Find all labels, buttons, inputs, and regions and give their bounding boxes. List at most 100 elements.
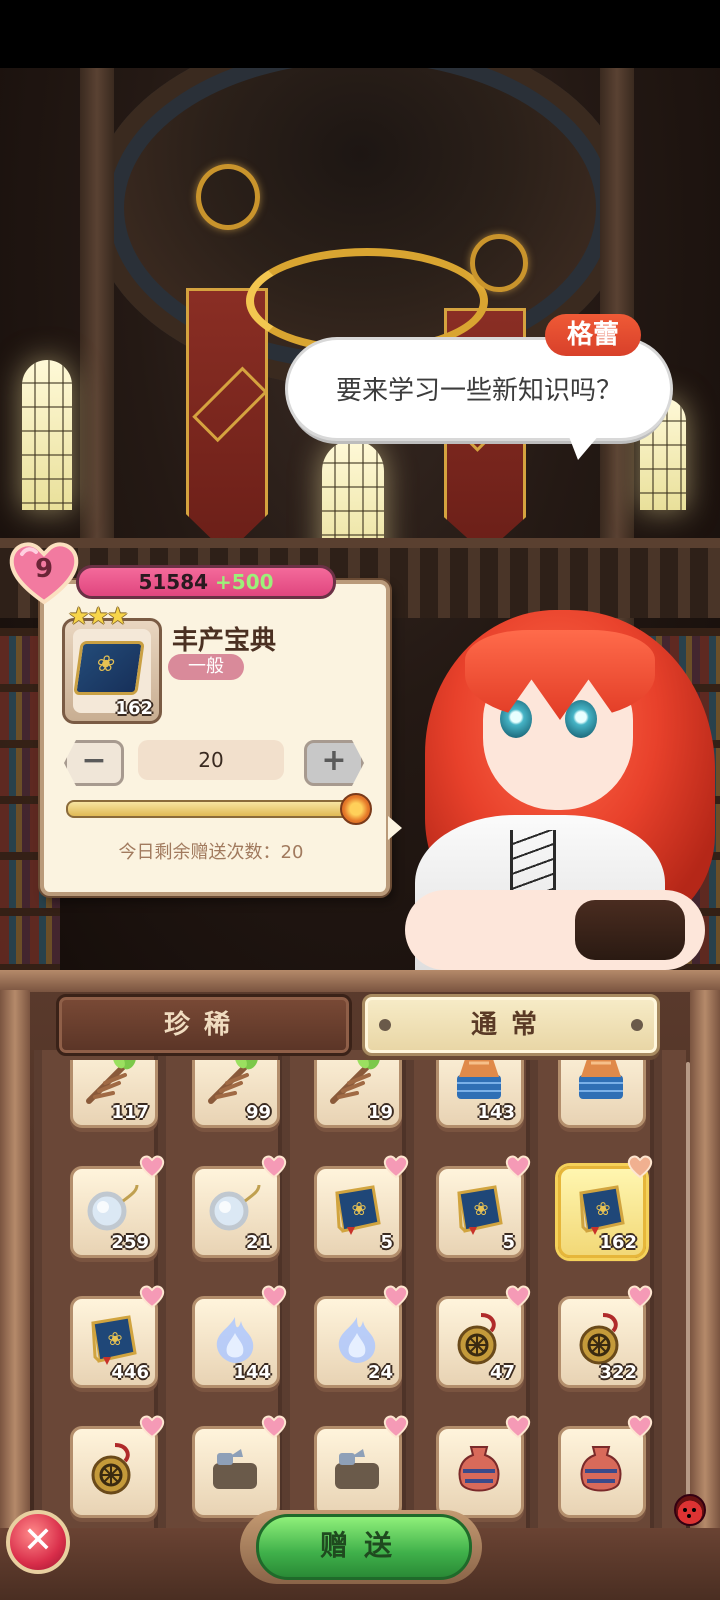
character-portrait bbox=[395, 590, 720, 985]
inventory-slot[interactable]: ❀ 162 bbox=[558, 1155, 653, 1258]
favor-heart-icon bbox=[383, 1415, 409, 1439]
svg-text:❀: ❀ bbox=[107, 1329, 122, 1350]
panel-rim bbox=[0, 970, 720, 992]
slider-knob-flower-icon[interactable] bbox=[340, 793, 372, 825]
tab-normal[interactable]: 通常 bbox=[362, 994, 660, 1056]
svg-text:❀: ❀ bbox=[473, 1199, 488, 1220]
spirit-flame-icon bbox=[329, 1313, 385, 1365]
item-count: 144 bbox=[233, 1362, 271, 1383]
inventory-slot[interactable]: 117 bbox=[70, 1060, 158, 1128]
amulet-icon bbox=[85, 1443, 141, 1495]
inventory-slot[interactable]: 19 bbox=[314, 1060, 402, 1128]
scroll-icon bbox=[207, 1443, 263, 1495]
close-button[interactable]: ✕ bbox=[6, 1510, 70, 1574]
inventory-slot[interactable] bbox=[192, 1415, 287, 1518]
branch-icon bbox=[329, 1060, 385, 1105]
inventory-slot[interactable]: ❀ 5 bbox=[314, 1155, 409, 1258]
character-glove bbox=[575, 900, 685, 960]
dialogue-text: 要来学习一些新知识吗？ bbox=[335, 376, 622, 406]
selected-item-frame: 162 bbox=[62, 618, 162, 724]
favor-heart-icon bbox=[383, 1285, 409, 1309]
status-bar bbox=[0, 0, 720, 68]
affection-gain: +500 bbox=[215, 570, 274, 594]
amulet-icon bbox=[573, 1313, 629, 1365]
vase-icon bbox=[573, 1443, 629, 1495]
item-count: 99 bbox=[245, 1102, 271, 1123]
quantity-slider[interactable] bbox=[66, 800, 352, 818]
branch-icon bbox=[207, 1060, 263, 1105]
book-icon: ❀ bbox=[85, 1313, 141, 1365]
book-icon: ❀ bbox=[573, 1183, 629, 1235]
inventory-scrollbar[interactable] bbox=[686, 1062, 690, 1502]
inventory-slot[interactable]: 47 bbox=[436, 1285, 531, 1388]
selected-item-count: 162 bbox=[115, 698, 153, 719]
branch-icon bbox=[85, 1060, 141, 1105]
decrease-button[interactable]: − bbox=[64, 740, 124, 786]
game-screen: 要来学习一些新知识吗？ 格蕾 51584 +500 9 162 ★★★ 丰产宝典… bbox=[0, 0, 720, 1600]
svg-text:❀: ❀ bbox=[595, 1199, 610, 1220]
item-count: 5 bbox=[502, 1232, 515, 1253]
character-bangs bbox=[465, 630, 655, 720]
favor-heart-icon bbox=[139, 1415, 165, 1439]
monocle-icon bbox=[207, 1183, 263, 1235]
item-count: 21 bbox=[245, 1232, 271, 1253]
item-count: 143 bbox=[477, 1102, 515, 1123]
inventory-slot[interactable]: 143 bbox=[436, 1060, 524, 1128]
favor-heart-icon bbox=[627, 1285, 653, 1309]
quantity-field[interactable]: 20 bbox=[138, 740, 284, 780]
svg-text:❀: ❀ bbox=[351, 1199, 366, 1220]
affection-level: 9 bbox=[34, 554, 54, 584]
favor-heart-icon bbox=[505, 1285, 531, 1309]
favor-heart-icon bbox=[261, 1155, 287, 1179]
book-icon: ❀ bbox=[329, 1183, 385, 1235]
scroll-icon bbox=[329, 1443, 385, 1495]
item-count: 259 bbox=[111, 1232, 149, 1253]
inventory-slot[interactable]: 144 bbox=[192, 1285, 287, 1388]
item-count: 19 bbox=[367, 1102, 393, 1123]
favor-heart-icon bbox=[505, 1155, 531, 1179]
inventory-slot[interactable]: ❀ 446 bbox=[70, 1285, 165, 1388]
rarity-badge: 一般 bbox=[168, 654, 244, 680]
item-count: 5 bbox=[380, 1232, 393, 1253]
armillary-ring bbox=[246, 248, 488, 354]
hanging-banner bbox=[186, 288, 268, 554]
inventory-slot[interactable]: 21 bbox=[192, 1155, 287, 1258]
inventory-slot[interactable] bbox=[558, 1415, 653, 1518]
item-count: 47 bbox=[489, 1362, 515, 1383]
item-count: 24 bbox=[367, 1362, 393, 1383]
speaker-name-tag: 格蕾 bbox=[545, 314, 641, 356]
inventory-slot[interactable] bbox=[436, 1415, 531, 1518]
spirit-flame-icon bbox=[207, 1313, 263, 1365]
tab-normal-label: 通常 bbox=[470, 1010, 551, 1040]
inventory-slot[interactable]: 99 bbox=[192, 1060, 280, 1128]
panel-rail-left bbox=[0, 990, 30, 1550]
inventory-slot[interactable]: ❀ 5 bbox=[436, 1155, 531, 1258]
tab-rare[interactable]: 珍稀 bbox=[56, 994, 352, 1056]
item-count: 322 bbox=[599, 1362, 637, 1383]
affection-bar: 51584 +500 bbox=[76, 565, 336, 599]
inventory-slot[interactable]: 259 bbox=[70, 1155, 165, 1258]
inventory-slot[interactable] bbox=[314, 1415, 409, 1518]
remaining-gifts-text: 今日剩余赠送次数：20 bbox=[118, 842, 304, 863]
gift-button[interactable]: 赠送 bbox=[256, 1514, 472, 1580]
item-count: 162 bbox=[599, 1232, 637, 1253]
ladybug-icon bbox=[674, 1494, 706, 1526]
favor-heart-icon bbox=[139, 1285, 165, 1309]
book-icon bbox=[73, 641, 145, 695]
inventory-slot[interactable]: 322 bbox=[558, 1285, 653, 1388]
selected-item-name: 丰产宝典 bbox=[172, 626, 277, 656]
affection-points: 51584 bbox=[138, 570, 209, 594]
vase-icon bbox=[451, 1443, 507, 1495]
bolt-icon bbox=[631, 1019, 643, 1031]
favor-heart-icon bbox=[627, 1155, 653, 1179]
monocle-icon bbox=[85, 1183, 141, 1235]
favor-heart-icon bbox=[261, 1285, 287, 1309]
inventory-slot[interactable] bbox=[70, 1415, 165, 1518]
inventory-slot[interactable] bbox=[558, 1060, 646, 1128]
inventory-slot[interactable]: 24 bbox=[314, 1285, 409, 1388]
cloth-icon bbox=[573, 1060, 629, 1105]
rarity-stars: ★★★ bbox=[68, 602, 129, 630]
cloth-icon bbox=[451, 1060, 507, 1105]
hanging-orb bbox=[196, 164, 260, 230]
increase-button[interactable]: + bbox=[304, 740, 364, 786]
